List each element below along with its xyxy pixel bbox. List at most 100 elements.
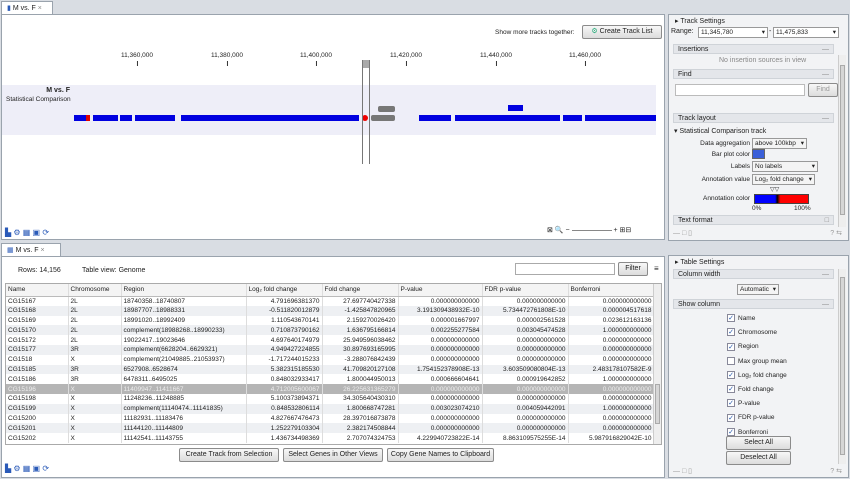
annotation-value-select[interactable]: Log₂ fold change xyxy=(752,174,815,185)
column-header[interactable]: Log₂ fold change xyxy=(246,284,323,297)
table-cell: 0.000000000000 xyxy=(568,354,655,365)
table-cell: 0.000000000000 xyxy=(568,344,655,355)
panel-footer-icons[interactable]: — □ ▯ xyxy=(673,467,692,475)
checkbox-icon[interactable]: ✓ xyxy=(727,399,735,408)
zoom-controls[interactable]: ⊠ 🔍 − + ⊞⊟ xyxy=(547,226,657,236)
table-cell: CG15170 xyxy=(6,325,69,336)
checkbox-icon[interactable]: ✓ xyxy=(727,328,735,337)
view-icons[interactable]: ▙ ⚙ ▦ ▣ ⟳ xyxy=(5,228,49,237)
show-column-checkbox[interactable]: ✓ Fold change xyxy=(727,385,774,394)
table-cell: 1.800668747281 xyxy=(322,403,399,414)
show-column-checkbox[interactable]: Max group mean xyxy=(727,356,787,366)
table-cell: 4.827667476473 xyxy=(246,413,323,424)
table-cell: 11409947..11411667 xyxy=(121,384,247,394)
bar-plot-color-swatch[interactable] xyxy=(752,149,765,159)
range-from-input[interactable]: 11,345,780 xyxy=(698,27,768,38)
table-cell: -1.425847820965 xyxy=(322,305,399,316)
gradient-slider-handles[interactable]: ▽▽ xyxy=(770,186,779,193)
checkbox-icon[interactable]: ✓ xyxy=(727,413,735,422)
tab-table-view[interactable]: ▦ M vs. F × xyxy=(1,243,61,256)
help-icon[interactable]: ? ⇆ xyxy=(830,467,842,475)
track-list-icon: ⚙ xyxy=(591,28,598,35)
table-row[interactable]: CG15199 Xcomplement(11140474..11141835) 0.… xyxy=(6,403,655,414)
table-row[interactable]: CG15167 2L 18740358..18740807 4.79169638137… xyxy=(6,296,655,306)
copy-gene-names-button[interactable]: Copy Gene Names to Clipboard xyxy=(387,448,494,462)
find-input[interactable] xyxy=(675,84,805,96)
table-row[interactable]: CG15170 2L complement(18988268..18990233) 0… xyxy=(6,325,655,336)
table-row[interactable]: CG15169 2L 18991020..18992409 1.11054367014… xyxy=(6,315,655,326)
show-column-checkbox[interactable]: ✓ Log₂ fold change xyxy=(727,371,787,380)
column-header[interactable]: Name xyxy=(6,284,69,297)
column-header[interactable]: Chromosome xyxy=(68,284,122,297)
column-header[interactable]: Bonferroni xyxy=(568,284,655,297)
column-header[interactable]: Fold change xyxy=(322,284,399,297)
table-cell: 0.000000000000 xyxy=(482,393,569,404)
checkbox-icon[interactable]: ✓ xyxy=(727,342,735,351)
table-cell: 0.000000000000 xyxy=(482,413,569,424)
checkbox-icon[interactable]: ✓ xyxy=(727,427,735,436)
table-row[interactable]: CG1518 Xcomplement(21049885..21053937) -1.… xyxy=(6,354,655,365)
table-cell: X xyxy=(68,413,122,424)
table-row[interactable]: CG15201 X 11144120..11144809 1.252279103304… xyxy=(6,423,655,434)
column-header[interactable]: P-value xyxy=(398,284,483,297)
table-row[interactable]: CG15198 X 11248236..11248885 5.100373894371… xyxy=(6,393,655,404)
filter-button[interactable]: Filter xyxy=(618,262,648,276)
column-header[interactable]: Region xyxy=(121,284,247,297)
show-column-checkbox[interactable]: ✓ Region xyxy=(727,342,759,351)
table-row[interactable]: CG15196 X 11409947..11411667 4.712005600067… xyxy=(6,384,655,394)
table-row[interactable]: CG15186 3R 6478311..6495025 0.848032933417 1… xyxy=(6,374,655,385)
checkbox-icon[interactable]: ✓ xyxy=(727,314,735,323)
select-genes-button[interactable]: Select Genes in Other Views xyxy=(283,448,383,462)
column-header[interactable]: FDR p-value xyxy=(482,284,569,297)
settings-scrollbar[interactable] xyxy=(838,55,846,227)
table-cell: 18987707..18988331 xyxy=(121,305,247,316)
table-cell: 2L xyxy=(68,305,122,316)
settings-scrollbar[interactable] xyxy=(838,269,846,464)
find-section[interactable]: Find — xyxy=(673,69,834,79)
checkbox-icon[interactable]: ✓ xyxy=(727,385,735,394)
range-to-input[interactable]: 11,475,833 xyxy=(773,27,839,38)
column-width-section[interactable]: Column width — xyxy=(673,269,834,279)
table-row[interactable]: CG15202 X 11142541..11143755 1.436734498369… xyxy=(6,433,655,443)
close-icon[interactable]: × xyxy=(38,5,42,12)
show-column-checkbox[interactable]: ✓ P-value xyxy=(727,399,760,408)
labels-select[interactable]: No labels xyxy=(752,161,818,172)
filter-input[interactable] xyxy=(515,263,615,275)
table-cell: CG15201 xyxy=(6,423,69,434)
show-column-checkbox[interactable]: ✓ FDR p-value xyxy=(727,413,774,422)
create-track-list-button[interactable]: ⚙ Create Track List xyxy=(582,25,662,39)
create-track-from-selection-button[interactable]: Create Track from Selection xyxy=(179,448,279,462)
close-icon[interactable]: × xyxy=(40,247,44,254)
checkbox-icon[interactable] xyxy=(727,356,735,365)
insertions-section[interactable]: Insertions — xyxy=(673,44,834,54)
table-scrollbar[interactable] xyxy=(653,284,661,444)
table-row[interactable]: CG15200 X 11182931..11183476 4.827667476473… xyxy=(6,413,655,424)
show-column-section[interactable]: Show column — xyxy=(673,299,834,309)
find-button[interactable]: Find xyxy=(808,83,838,97)
show-column-checkbox[interactable]: ✓ Name xyxy=(727,314,755,323)
table-row[interactable]: CG15172 2L 19022417..19023646 4.69764017497… xyxy=(6,335,655,345)
select-all-button[interactable]: Select All xyxy=(726,436,791,450)
track-band[interactable]: M vs. F Statistical Comparison xyxy=(2,85,656,135)
position-marker[interactable] xyxy=(362,60,370,164)
deselect-all-button[interactable]: Deselect All xyxy=(726,451,791,465)
annotation-color-gradient[interactable] xyxy=(754,194,809,204)
data-aggregation-select[interactable]: above 100kbp xyxy=(752,138,807,149)
panel-footer-icons[interactable]: — □ ▯ xyxy=(673,229,692,237)
help-icon[interactable]: ? ⇆ xyxy=(830,229,842,237)
ruler-tick: 11,460,000 xyxy=(569,52,601,66)
table-cell: -0.511820012879 xyxy=(246,305,323,316)
stat-track-heading[interactable]: ▾ Statistical Comparison track xyxy=(674,127,766,135)
text-format-section[interactable]: Text format □ xyxy=(673,215,834,225)
tab-track-view[interactable]: ▮ M vs. F × xyxy=(1,1,53,14)
table-row[interactable]: CG15177 3R complement(6628204..6629321) 4.9… xyxy=(6,344,655,355)
show-column-checkbox[interactable]: ✓ Chromosome xyxy=(727,328,777,337)
checkbox-label: FDR p-value xyxy=(738,414,775,422)
view-icons[interactable]: ▙ ⚙ ▦ ▣ ⟳ xyxy=(5,464,49,473)
track-layout-section[interactable]: Track layout — xyxy=(673,113,834,123)
column-width-select[interactable]: Automatic xyxy=(737,284,779,295)
table-row[interactable]: CG15185 3R 6527908..6528674 5.382315185530 4… xyxy=(6,364,655,375)
table-row[interactable]: CG15168 2L 18987707..18988331 -0.5118200128… xyxy=(6,305,655,316)
table-menu-icon[interactable]: ≡ xyxy=(654,264,659,273)
checkbox-icon[interactable]: ✓ xyxy=(727,371,735,380)
